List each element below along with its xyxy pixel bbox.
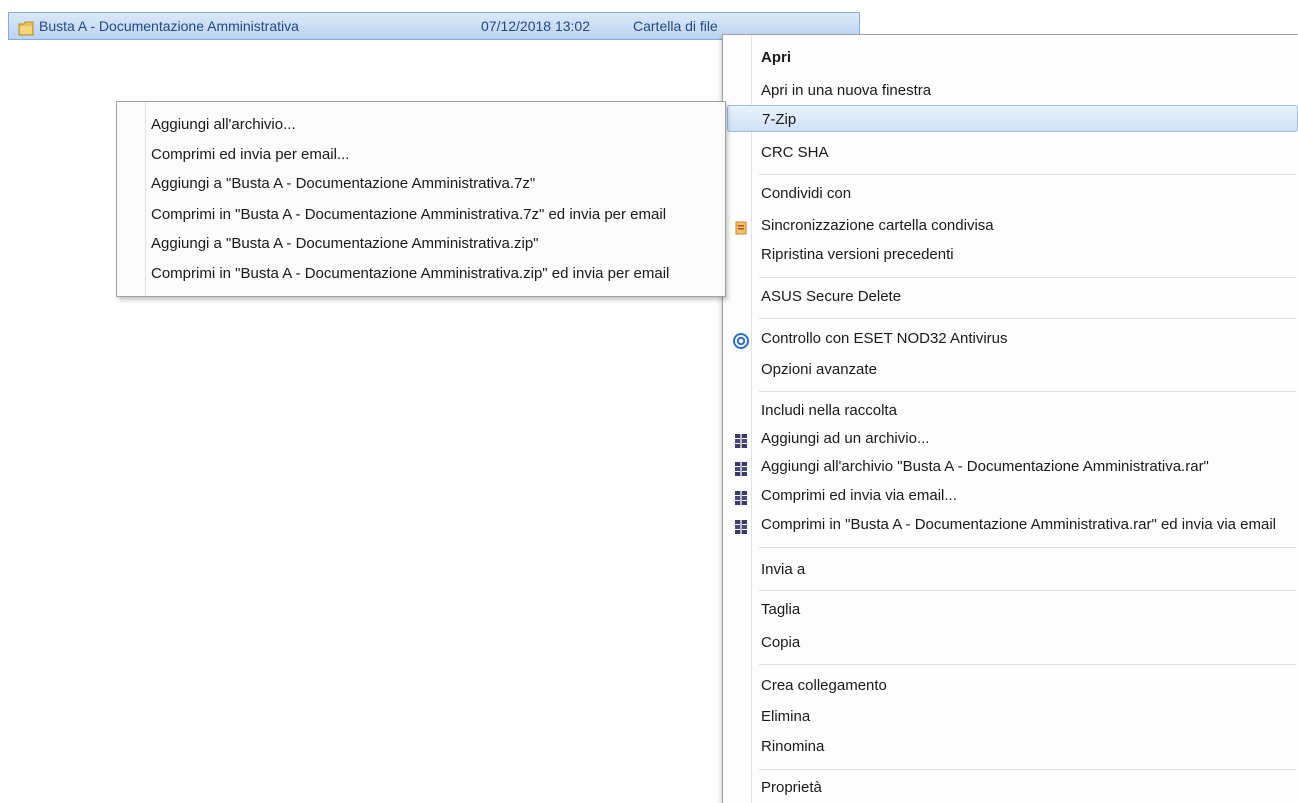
menu-item-ripristina-versioni[interactable]: Ripristina versioni precedenti [727, 241, 1298, 268]
menu-item-taglia[interactable]: Taglia [727, 596, 1298, 623]
menu-item-label: CRC SHA [761, 144, 829, 161]
menu-item-winrar-aggiungi-rar[interactable]: Aggiungi all'archivio "Busta A - Documen… [727, 453, 1298, 480]
menu-item-eset-scan[interactable]: Controllo con ESET NOD32 Antivirus [727, 325, 1298, 352]
menu-item-apri[interactable]: Apri [727, 44, 1298, 71]
menu-item-label: Comprimi ed invia via email... [761, 487, 957, 504]
menu-item-invia-a[interactable]: Invia a [727, 556, 1298, 583]
file-type: Cartella di file [633, 18, 718, 34]
menu-item-label: Comprimi in "Busta A - Documentazione Am… [761, 516, 1277, 533]
menu-item-label: Opzioni avanzate [761, 361, 877, 378]
menu-item-label: Apri [761, 49, 791, 66]
menu-item-label: Elimina [761, 708, 811, 725]
submenu-item-aggiungi-zip[interactable]: Aggiungi a "Busta A - Documentazione Amm… [151, 231, 539, 257]
menu-item-label: Proprietà [761, 779, 822, 796]
eset-icon [733, 331, 749, 349]
winrar-icon [733, 517, 749, 534]
menu-item-winrar-comprimi-rar-email[interactable]: Comprimi in "Busta A - Documentazione Am… [727, 511, 1298, 538]
menu-item-7zip[interactable]: 7-Zip [727, 105, 1298, 132]
winrar-icon [733, 488, 749, 505]
menu-separator [759, 391, 1296, 392]
menu-item-sincronizzazione[interactable]: Sincronizzazione cartella condivisa [727, 212, 1298, 239]
menu-separator [759, 318, 1296, 319]
menu-item-label: Copia [761, 634, 801, 651]
context-menu: Apri Apri in una nuova finestra 7-Zip CR… [722, 34, 1298, 803]
menu-item-label: Aggiungi all'archivio "Busta A - Documen… [761, 458, 1209, 475]
file-date: 07/12/2018 13:02 [481, 18, 590, 34]
file-name: Busta A - Documentazione Amministrativa [39, 18, 299, 34]
menu-separator [759, 769, 1296, 770]
menu-item-opzioni-avanzate[interactable]: Opzioni avanzate [727, 356, 1298, 383]
menu-item-label: Includi nella raccolta [761, 402, 897, 419]
submenu-item-comprimi-7z-email[interactable]: Comprimi in "Busta A - Documentazione Am… [151, 202, 666, 228]
winrar-icon [733, 459, 749, 476]
menu-separator [759, 664, 1296, 665]
menu-item-label: Rinomina [761, 738, 825, 755]
menu-item-label: Apri in una nuova finestra [761, 82, 932, 99]
sync-icon [733, 218, 749, 235]
menu-item-includi-raccolta[interactable]: Includi nella raccolta [727, 397, 1298, 424]
menu-item-apri-nuova-finestra[interactable]: Apri in una nuova finestra [727, 77, 1298, 104]
menu-item-label: ASUS Secure Delete [761, 288, 902, 305]
menu-item-winrar-aggiungi[interactable]: Aggiungi ad un archivio... [727, 425, 1298, 452]
submenu-7zip: Aggiungi all'archivio... Comprimi ed inv… [116, 101, 726, 297]
menu-item-elimina[interactable]: Elimina [727, 703, 1298, 730]
menu-item-label: Condividi con [761, 185, 852, 202]
menu-item-crea-collegamento[interactable]: Crea collegamento [727, 672, 1298, 699]
submenu-item-aggiungi-archivio[interactable]: Aggiungi all'archivio... [151, 112, 296, 138]
submenu-item-aggiungi-7z[interactable]: Aggiungi a "Busta A - Documentazione Amm… [151, 171, 535, 197]
menu-item-copia[interactable]: Copia [727, 629, 1298, 656]
menu-item-label: Aggiungi ad un archivio... [761, 430, 930, 447]
menu-item-label: Controllo con ESET NOD32 Antivirus [761, 330, 1008, 347]
menu-item-label: Crea collegamento [761, 677, 887, 694]
menu-item-label: Sincronizzazione cartella condivisa [761, 217, 994, 234]
menu-item-label: Invia a [761, 561, 806, 578]
winrar-icon [733, 431, 749, 448]
menu-item-label: Taglia [761, 601, 801, 618]
menu-separator [759, 547, 1296, 548]
menu-item-label: Ripristina versioni precedenti [761, 246, 954, 263]
menu-gutter [145, 102, 146, 296]
menu-item-rinomina[interactable]: Rinomina [727, 733, 1298, 760]
submenu-item-comprimi-zip-email[interactable]: Comprimi in "Busta A - Documentazione Am… [151, 261, 669, 287]
menu-item-proprieta[interactable]: Proprietà [727, 774, 1298, 801]
menu-item-winrar-comprimi-email[interactable]: Comprimi ed invia via email... [727, 482, 1298, 509]
menu-item-asus-secure-delete[interactable]: ASUS Secure Delete [727, 283, 1298, 310]
menu-item-crc-sha[interactable]: CRC SHA [727, 139, 1298, 166]
menu-item-condividi-con[interactable]: Condividi con [727, 180, 1298, 207]
submenu-item-comprimi-email[interactable]: Comprimi ed invia per email... [151, 142, 349, 168]
menu-separator [759, 277, 1296, 278]
menu-separator [759, 174, 1296, 175]
folder-icon [18, 18, 34, 36]
menu-separator [759, 590, 1296, 591]
menu-item-label: 7-Zip [762, 111, 797, 128]
